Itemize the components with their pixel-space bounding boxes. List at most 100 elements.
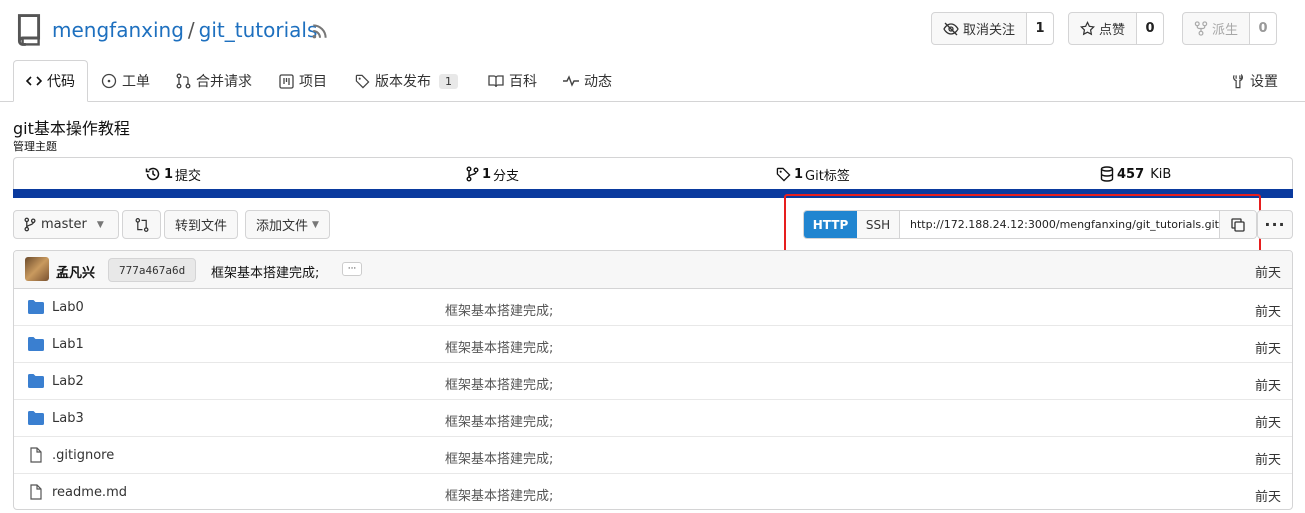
branch-icon xyxy=(24,217,36,232)
tab-projects[interactable]: 项目 xyxy=(279,60,327,102)
fork-label-wrap: 派生 xyxy=(1183,13,1251,44)
go-to-file-button[interactable]: 转到文件 xyxy=(164,210,239,239)
tags-count: 1 xyxy=(794,166,804,182)
repo-title: mengfanxing / git_tutorials xyxy=(52,18,317,42)
releases-count-badge: 1 xyxy=(439,73,458,89)
more-options-button[interactable]: ··· xyxy=(1257,210,1293,239)
folder-icon xyxy=(28,300,44,314)
go-to-file-label: 转到文件 xyxy=(175,219,228,234)
size-value: 457 xyxy=(1117,166,1145,182)
project-icon xyxy=(279,73,294,89)
file-commit-message[interactable]: 框架基本搭建完成; xyxy=(445,337,553,356)
database-icon xyxy=(1100,166,1114,182)
tab-issues[interactable]: 工单 xyxy=(101,60,150,102)
table-row: Lab2 框架基本搭建完成; 前天 xyxy=(14,363,1292,400)
file-commit-message[interactable]: 框架基本搭建完成; xyxy=(445,411,553,430)
file-name-link[interactable]: Lab2 xyxy=(52,374,84,389)
file-time: 前天 xyxy=(1254,342,1281,357)
table-row: Lab1 框架基本搭建完成; 前天 xyxy=(14,326,1292,363)
star-button[interactable]: 点赞 0 xyxy=(1068,12,1165,45)
fork-count[interactable]: 0 xyxy=(1250,13,1277,44)
code-icon xyxy=(26,76,42,86)
book-icon xyxy=(488,75,504,88)
table-row: readme.md 框架基本搭建完成; 前天 xyxy=(14,474,1292,509)
star-label-wrap: 点赞 xyxy=(1069,13,1138,44)
fork-icon xyxy=(1194,21,1208,36)
add-file-label: 添加文件 xyxy=(256,219,309,234)
file-commit-message[interactable]: 框架基本搭建完成; xyxy=(445,448,553,467)
compare-button[interactable] xyxy=(122,210,161,239)
file-name-link[interactable]: Lab1 xyxy=(52,337,84,352)
file-time: 前天 xyxy=(1254,490,1281,505)
branch-selector[interactable]: master ▼ xyxy=(13,210,119,239)
file-name-link[interactable]: readme.md xyxy=(52,485,127,500)
tab-pulls[interactable]: 合并请求 xyxy=(176,60,252,102)
clone-url-input[interactable]: http://172.188.24.12:3000/mengfanxing/gi… xyxy=(900,211,1220,238)
repo-icon xyxy=(17,14,41,46)
unwatch-button[interactable]: 取消关注 1 xyxy=(931,12,1055,45)
chevron-down-icon: ▼ xyxy=(312,219,319,230)
manage-topics-link[interactable]: 管理主题 xyxy=(13,138,57,154)
tab-code-label: 代码 xyxy=(47,74,75,90)
commit-author[interactable]: 孟凡兴 xyxy=(56,262,95,281)
folder-icon xyxy=(28,374,44,388)
tab-wiki[interactable]: 百科 xyxy=(488,60,537,102)
rss-icon[interactable] xyxy=(311,22,329,40)
commit-message[interactable]: 框架基本搭建完成; xyxy=(211,262,319,281)
clone-ssh-button[interactable]: SSH xyxy=(857,211,900,238)
file-name-link[interactable]: Lab0 xyxy=(52,300,84,315)
repo-header: mengfanxing / git_tutorials 取消关注 1 点赞 0 派生… xyxy=(0,0,1305,60)
file-commit-message[interactable]: 框架基本搭建完成; xyxy=(445,485,553,504)
branches-stat[interactable]: 1 分支 xyxy=(466,158,519,190)
clone-http-button[interactable]: HTTP xyxy=(804,211,857,238)
star-label: 点赞 xyxy=(1099,23,1126,38)
repo-description: git基本操作教程 xyxy=(13,119,130,138)
file-name-link[interactable]: .gitignore xyxy=(52,448,114,463)
file-icon xyxy=(30,447,42,463)
add-file-dropdown[interactable]: 添加文件 ▼ xyxy=(245,210,330,239)
tab-releases[interactable]: 版本发布 1 xyxy=(355,60,458,102)
repo-separator: / xyxy=(187,18,195,42)
unwatch-label-wrap: 取消关注 xyxy=(932,13,1028,44)
repo-name-link[interactable]: git_tutorials xyxy=(199,18,318,42)
unwatch-label: 取消关注 xyxy=(963,23,1016,38)
commits-label: 提交 xyxy=(175,168,202,184)
unwatch-count[interactable]: 1 xyxy=(1027,13,1054,44)
latest-commit-row: 孟凡兴 777a467a6d 框架基本搭建完成; ··· 前天 xyxy=(14,251,1292,289)
copy-url-button[interactable] xyxy=(1220,211,1256,238)
table-row: Lab3 框架基本搭建完成; 前天 xyxy=(14,400,1292,437)
table-row: .gitignore 框架基本搭建完成; 前天 xyxy=(14,437,1292,474)
compare-icon xyxy=(135,217,148,232)
tab-settings[interactable]: 设置 xyxy=(1231,60,1278,102)
folder-icon xyxy=(28,337,44,351)
tab-pulls-label: 合并请求 xyxy=(196,74,252,90)
folder-icon xyxy=(28,411,44,425)
branch-name: master xyxy=(41,217,87,232)
tab-wiki-label: 百科 xyxy=(509,74,537,90)
file-icon xyxy=(30,484,42,500)
clone-url-group: HTTP SSH http://172.188.24.12:3000/mengf… xyxy=(803,210,1257,239)
branches-label: 分支 xyxy=(493,168,520,184)
repo-owner-link[interactable]: mengfanxing xyxy=(52,18,184,42)
file-commit-message[interactable]: 框架基本搭建完成; xyxy=(445,374,553,393)
branches-count: 1 xyxy=(482,166,492,182)
avatar[interactable] xyxy=(25,257,49,281)
tab-code[interactable]: 代码 xyxy=(13,60,88,102)
commit-expand-button[interactable]: ··· xyxy=(342,262,362,276)
file-time: 前天 xyxy=(1254,305,1281,320)
tab-releases-label: 版本发布 xyxy=(375,74,431,90)
commits-count: 1 xyxy=(164,166,174,182)
file-name-link[interactable]: Lab3 xyxy=(52,411,84,426)
tags-stat[interactable]: 1 Git标签 xyxy=(776,158,850,190)
chevron-down-icon: ▼ xyxy=(96,219,104,230)
commit-sha-button[interactable]: 777a467a6d xyxy=(108,258,197,282)
star-count[interactable]: 0 xyxy=(1137,13,1164,44)
tab-activity[interactable]: 动态 xyxy=(563,60,612,102)
commits-stat[interactable]: 1 提交 xyxy=(145,158,201,190)
file-time: 前天 xyxy=(1254,416,1281,431)
fork-button[interactable]: 派生 0 xyxy=(1182,12,1278,45)
fork-label: 派生 xyxy=(1212,23,1239,38)
issue-icon xyxy=(101,73,117,89)
file-commit-message[interactable]: 框架基本搭建完成; xyxy=(445,300,553,319)
tab-settings-label: 设置 xyxy=(1250,74,1278,90)
